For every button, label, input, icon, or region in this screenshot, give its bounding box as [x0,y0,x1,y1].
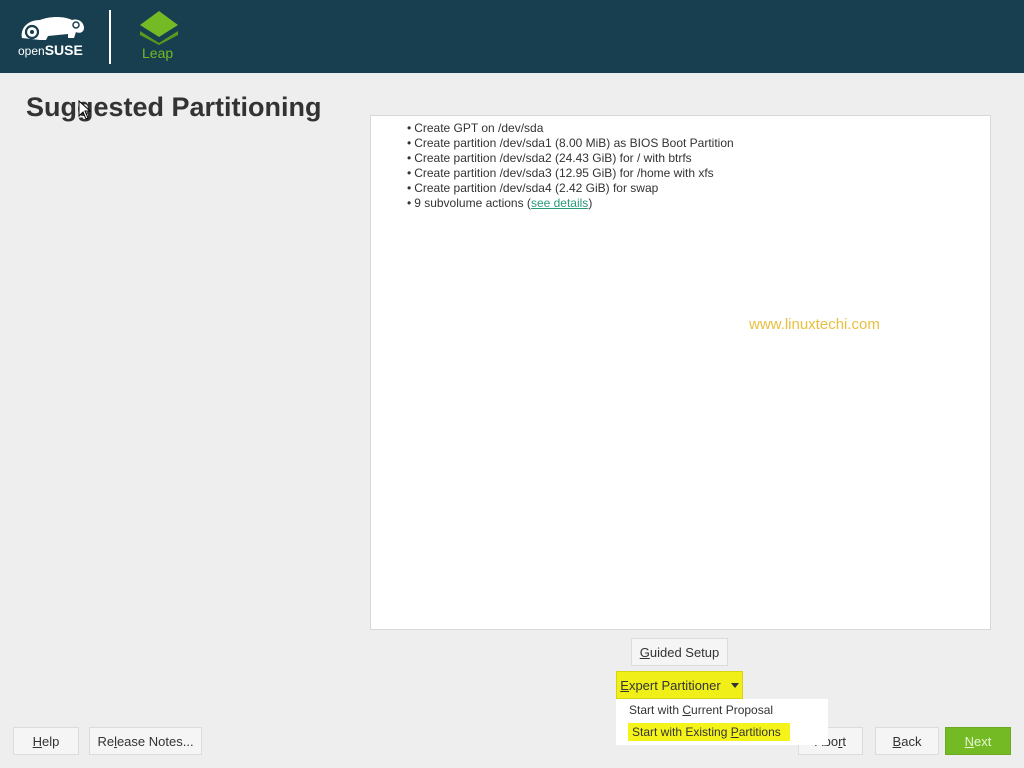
action-item: Create GPT on /dev/sda [407,121,734,136]
partition-actions-list: Create GPT on /dev/sda Create partition … [407,121,734,211]
action-item: Create partition /dev/sda1 (8.00 MiB) as… [407,136,734,151]
proposal-summary-panel: Create GPT on /dev/sda Create partition … [370,115,991,630]
menu-item-start-with-current-proposal[interactable]: Start with Current Proposal [629,703,773,717]
expert-partitioner-dropdown: Start with Current Proposal Start with E… [616,699,828,745]
guided-setup-button[interactable]: Guided Setup [631,638,728,666]
caret-down-icon [730,682,739,688]
action-item: Create partition /dev/sda4 (2.42 GiB) fo… [407,181,734,196]
header-bar: openSUSE Leap [0,0,1024,73]
leap-label: Leap [142,45,174,61]
leap-logo: Leap [138,11,182,63]
menu-item-start-with-existing-partitions[interactable]: Start with Existing Partitions [628,723,790,741]
action-item: 9 subvolume actions (see details) [407,196,734,211]
next-button[interactable]: Next [945,727,1011,755]
chameleon-icon [21,17,85,40]
opensuse-wordmark: openSUSE [18,42,83,58]
opensuse-logo: openSUSE [18,12,90,60]
release-notes-button[interactable]: Re l ease Notes... [89,727,202,755]
help-button[interactable]: Help [13,727,79,755]
see-details-link[interactable]: see details [531,196,588,210]
action-item: Create partition /dev/sda2 (24.43 GiB) f… [407,151,734,166]
header-divider [109,10,111,64]
leap-layers-icon [140,11,178,45]
watermark-text: www.linuxtechi.com [749,316,880,333]
expert-partitioner-menu-button[interactable]: Expert Partitioner [616,671,743,699]
action-item: Create partition /dev/sda3 (12.95 GiB) f… [407,166,734,181]
back-button[interactable]: Back [875,727,939,755]
page-title: Suggested Partitioning [26,92,322,122]
mouse-cursor-icon [78,100,92,120]
